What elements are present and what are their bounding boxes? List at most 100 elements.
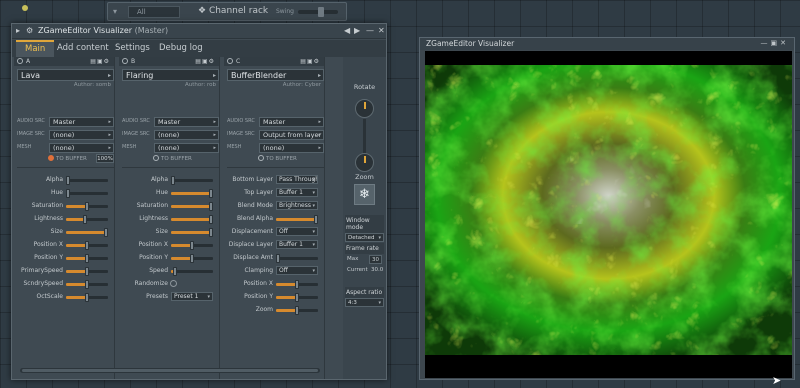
window-controls[interactable]: —▣✕ xyxy=(761,39,789,47)
layer-tool-icons[interactable]: ▤▣⚙ xyxy=(195,57,215,66)
param-dropdown[interactable]: Brightness ▾ xyxy=(276,201,318,210)
layer-tool-icons[interactable]: ▤▣⚙ xyxy=(90,57,110,66)
param-slider[interactable] xyxy=(66,293,108,302)
slider-knob[interactable] xyxy=(85,241,89,250)
zoom-knob[interactable] xyxy=(355,153,374,172)
layer-tool-icons[interactable]: ▤▣⚙ xyxy=(300,57,320,66)
slider-knob[interactable] xyxy=(85,202,89,211)
aspect-ratio-dropdown[interactable]: 4:3 ▾ xyxy=(345,298,384,307)
param-slider[interactable] xyxy=(171,189,213,198)
slider-knob[interactable] xyxy=(190,254,194,263)
param-slider[interactable] xyxy=(171,267,213,276)
slider-knob[interactable] xyxy=(208,202,213,211)
slider-knob[interactable] xyxy=(85,254,89,263)
max-fps-field[interactable]: 30 xyxy=(369,255,382,264)
param-slider[interactable] xyxy=(171,241,213,250)
slider-knob[interactable] xyxy=(295,306,299,315)
mesh-dropdown[interactable]: (none) ▸ xyxy=(259,143,324,153)
to-buffer-radio[interactable] xyxy=(153,155,159,161)
slider-knob[interactable] xyxy=(208,228,213,237)
layer-enable-radio[interactable] xyxy=(17,58,23,64)
image-src-dropdown[interactable]: (none) ▸ xyxy=(154,130,219,140)
param-slider[interactable] xyxy=(276,215,318,224)
effect-selector[interactable]: Lava ▸ xyxy=(17,69,114,81)
close-icon[interactable]: ✕ xyxy=(378,26,385,35)
param-slider[interactable] xyxy=(66,241,108,250)
slider-knob[interactable] xyxy=(103,228,108,237)
slider-knob[interactable] xyxy=(82,215,87,224)
mesh-dropdown[interactable]: (none) ▸ xyxy=(154,143,219,153)
minimize-icon[interactable]: — xyxy=(366,26,374,35)
param-dropdown[interactable]: Preset 1 ▾ xyxy=(171,292,213,301)
param-dropdown[interactable]: Buffer 1 ▾ xyxy=(276,240,318,249)
slider-knob[interactable] xyxy=(85,293,89,302)
image-src-dropdown[interactable]: Output from layer A ▸ xyxy=(259,130,324,140)
menu-arrow-icon[interactable]: ▾ xyxy=(113,7,117,16)
layer-enable-radio[interactable] xyxy=(227,58,233,64)
param-slider[interactable] xyxy=(276,254,318,263)
menu-arrow-icon[interactable]: ▸ xyxy=(16,26,20,35)
param-dropdown[interactable]: Off ▾ xyxy=(276,266,318,275)
param-slider[interactable] xyxy=(171,215,213,224)
prev-arrow-icon[interactable]: ◀ xyxy=(344,26,350,35)
param-slider[interactable] xyxy=(276,293,318,302)
param-slider[interactable] xyxy=(171,202,213,211)
slider-knob[interactable] xyxy=(171,176,176,185)
to-buffer-toggle[interactable]: TO BUFFER xyxy=(258,155,297,162)
randomize-radio[interactable] xyxy=(170,280,177,287)
param-slider[interactable] xyxy=(171,254,213,263)
buffer-percent-field[interactable]: 100% xyxy=(96,154,114,163)
param-slider[interactable] xyxy=(66,280,108,289)
param-slider[interactable] xyxy=(276,306,318,315)
param-slider[interactable] xyxy=(171,228,213,237)
audio-src-dropdown[interactable]: Master ▸ xyxy=(49,117,114,127)
slider-knob[interactable] xyxy=(208,189,213,198)
to-buffer-toggle[interactable]: TO BUFFER xyxy=(48,155,87,162)
effect-selector[interactable]: BufferBlender ▸ xyxy=(227,69,324,81)
param-slider[interactable] xyxy=(66,267,108,276)
image-src-dropdown[interactable]: (none) ▸ xyxy=(49,130,114,140)
param-slider[interactable] xyxy=(171,176,213,185)
param-dropdown[interactable]: Buffer 1 ▾ xyxy=(276,188,318,197)
mesh-dropdown[interactable]: (none) ▸ xyxy=(49,143,114,153)
slider-knob[interactable] xyxy=(295,280,299,289)
channel-rack-bar[interactable]: ▾ All ❖ Channel rack Swing xyxy=(107,2,347,21)
audio-src-dropdown[interactable]: Master ▸ xyxy=(154,117,219,127)
audio-src-dropdown[interactable]: Master ▸ xyxy=(259,117,324,127)
window-mode-dropdown[interactable]: Detached ▾ xyxy=(345,233,384,242)
slider-knob[interactable] xyxy=(190,241,194,250)
slider-knob[interactable] xyxy=(295,293,299,302)
to-buffer-radio[interactable] xyxy=(48,155,54,161)
slider-knob[interactable] xyxy=(66,189,71,198)
slider-knob[interactable] xyxy=(85,267,89,276)
param-dropdown[interactable]: Off ▾ xyxy=(276,227,318,236)
plugin-gear-icon[interactable]: ⚙ xyxy=(26,26,33,35)
layer-enable-radio[interactable] xyxy=(122,58,128,64)
tab-debug-log[interactable]: Debug log xyxy=(150,40,212,57)
slider-knob[interactable] xyxy=(276,254,281,263)
effect-selector[interactable]: Flaring ▸ xyxy=(122,69,219,81)
param-slider[interactable] xyxy=(66,202,108,211)
slider-knob[interactable] xyxy=(173,267,178,276)
param-slider[interactable] xyxy=(66,228,108,237)
slider-knob[interactable] xyxy=(85,280,89,289)
swing-knob[interactable] xyxy=(318,7,324,17)
slider-knob[interactable] xyxy=(66,176,71,185)
slider-knob[interactable] xyxy=(313,215,318,224)
rotate-knob[interactable] xyxy=(355,99,374,118)
snowflake-button[interactable]: ❄ xyxy=(354,184,375,205)
output-titlebar[interactable]: ZGameEditor Visualizer —▣✕ xyxy=(420,38,794,50)
slider-knob[interactable] xyxy=(208,215,213,224)
next-arrow-icon[interactable]: ▶ xyxy=(354,26,360,35)
param-slider[interactable] xyxy=(66,215,108,224)
plugin-titlebar[interactable]: ▸ ⚙ ZGameEditor Visualizer (Master) ◀ ▶ … xyxy=(12,24,386,39)
to-buffer-toggle[interactable]: TO BUFFER xyxy=(153,155,192,162)
to-buffer-radio[interactable] xyxy=(258,155,264,161)
param-slider[interactable] xyxy=(66,176,108,185)
param-slider[interactable] xyxy=(66,189,108,198)
channel-filter-dropdown[interactable]: All xyxy=(128,6,180,18)
scrollbar-thumb[interactable] xyxy=(22,369,318,372)
horizontal-scrollbar[interactable] xyxy=(20,368,320,373)
param-slider[interactable] xyxy=(276,280,318,289)
param-slider[interactable] xyxy=(66,254,108,263)
